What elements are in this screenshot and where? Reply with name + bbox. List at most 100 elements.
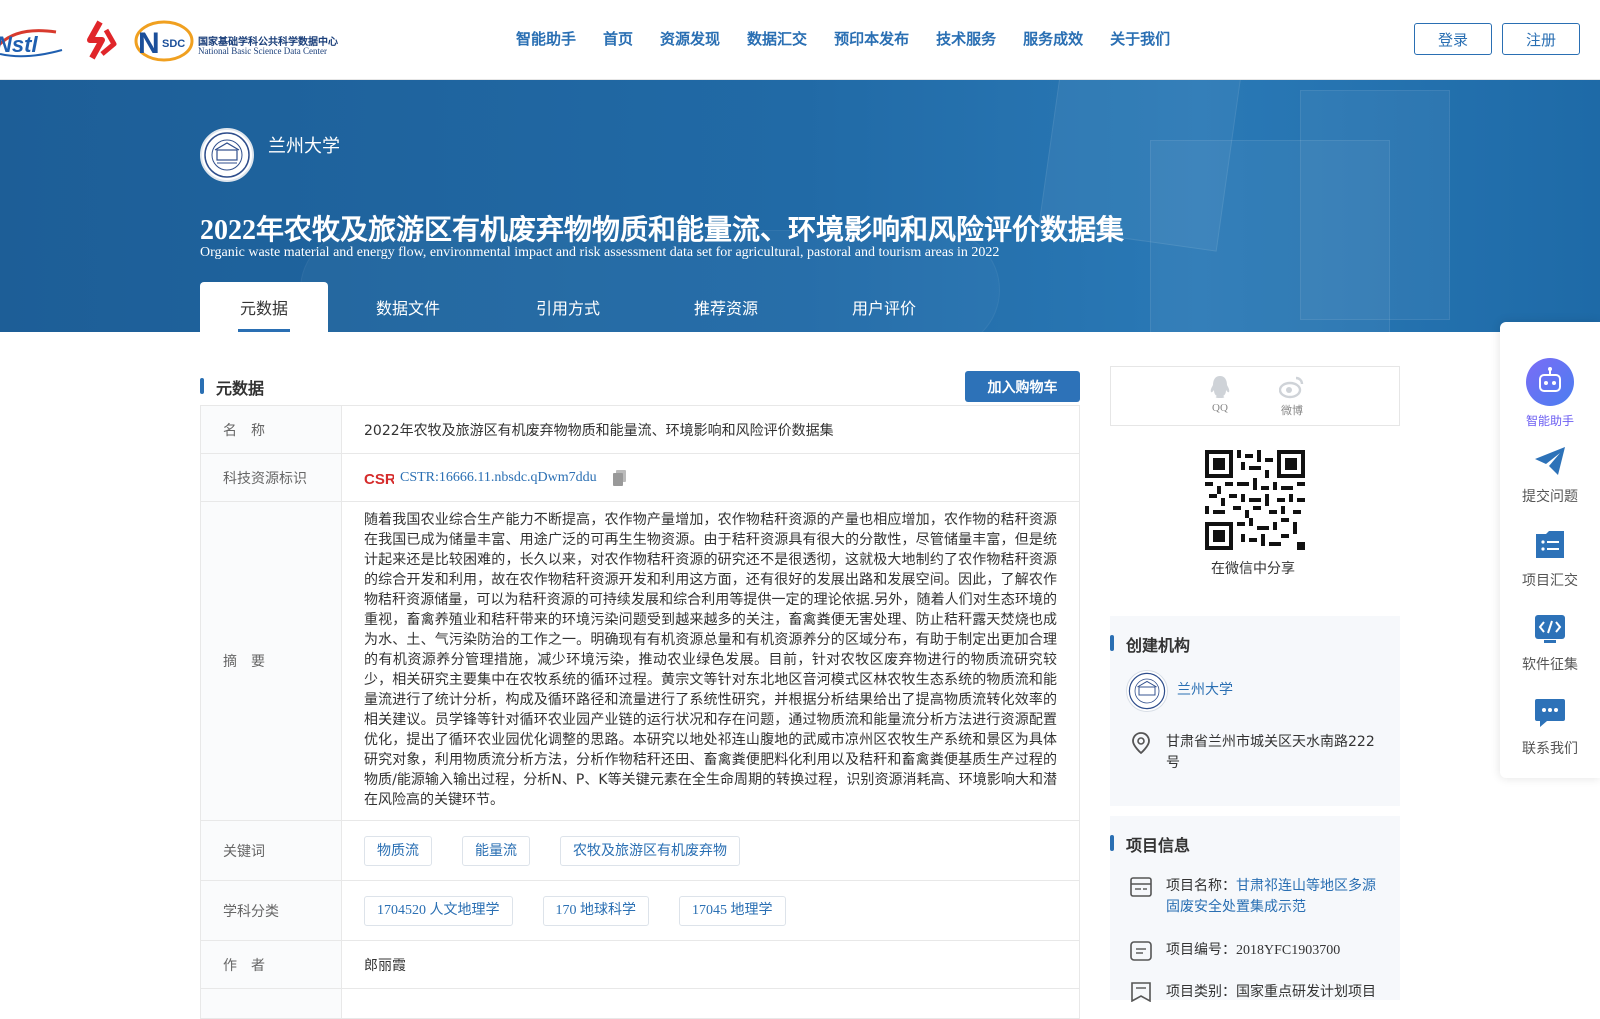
nstl-logo[interactable]: Nstl [0,20,68,60]
register-button[interactable]: 注册 [1502,23,1580,55]
svg-text:Nstl: Nstl [0,32,38,57]
sidebar-project-submission-label: 项目汇交 [1522,573,1578,589]
abstract-text: 随着我国农业综合生产能力不断提高，农作物产量增加，农作物秸秆资源的产量也相应增加… [364,512,1057,808]
share-weibo-label: 微博 [1281,404,1303,417]
share-box: QQ 微博 [1110,366,1400,426]
dataset-english-title: Organic waste material and energy flow, … [200,245,1000,260]
tab-metadata[interactable]: 元数据 [200,282,328,332]
project-code-value: 2018YFC1903700 [1236,943,1341,958]
code-icon [1535,615,1565,643]
metadata-section-title: 元数据 [200,375,264,399]
nav-item-achievements[interactable]: 服务成效 [1023,28,1083,52]
institution-name[interactable]: 兰州大学 [268,132,340,158]
nav-item-tech-service[interactable]: 技术服务 [936,28,996,52]
add-to-cart-button[interactable]: 加入购物车 [965,371,1080,402]
subject-cell: 1704520 人文地理学 170 地球科学 17045 地理学 [341,880,1080,941]
author-value[interactable]: 郎丽霞 [341,940,1080,989]
sidebar-ai-assistant-label: 智能助手 [1525,414,1574,428]
nav-item-discover[interactable]: 资源发现 [660,28,720,52]
nav-item-preprint[interactable]: 预印本发布 [834,28,909,52]
project-code-label: 项目编号： [1166,942,1236,958]
table-row: 摘 要 随着我国农业综合生产能力不断提高，农作物产量增加，农作物秸秆资源的产量也… [200,501,1080,821]
cstr-logo-icon: CSR [364,471,394,486]
sidebar-ai-assistant[interactable]: 智能助手 [1500,358,1600,429]
table-row: 名 称 2022年农牧及旅游区有机废弃物物质和能量流、环境影响和风险评价数据集 [200,405,1080,454]
login-button[interactable]: 登录 [1414,23,1492,55]
table-row: 科技资源标识 CSR CSTR:16666.11.nbsdc.qDwm7ddu [200,453,1080,502]
share-qq-label: QQ [1212,402,1228,414]
next-row-value [341,988,1080,1019]
name-value: 2022年农牧及旅游区有机废弃物物质和能量流、环境影响和风险评价数据集 [341,405,1080,454]
keywords-key: 关键词 [200,820,342,881]
tab-recommended[interactable]: 推荐资源 [648,282,804,332]
university-seal-icon [204,132,250,178]
creator-seal[interactable] [1126,670,1168,712]
nsdc-mark: N SDC [134,20,194,62]
casp-logo[interactable] [80,20,120,60]
qq-icon [1210,376,1230,398]
robot-icon [1526,358,1574,406]
name-key: 名 称 [200,405,342,454]
sidebar-submit-question-label: 提交问题 [1522,489,1578,505]
subject-tag[interactable]: 1704520 人文地理学 [364,895,513,926]
sidebar-software-collection[interactable]: 软件征集 [1500,614,1600,674]
floating-toolbar: 智能助手 提交问题 项目汇交 软件征集 联系我们 [1500,322,1600,778]
paper-plane-icon [1535,447,1565,475]
identifier-cell: CSR CSTR:16666.11.nbsdc.qDwm7ddu [341,453,1080,502]
dataset-title: 2022年农牧及旅游区有机废弃物物质和能量流、环境影响和风险评价数据集 [200,215,1125,246]
keywords-cell: 物质流 能量流 农牧及旅游区有机废弃物 [341,820,1080,881]
cstr-value[interactable]: CSTR:16666.11.nbsdc.qDwm7ddu [400,470,597,486]
tab-data-files[interactable]: 数据文件 [328,282,488,332]
creator-section-title: 创建机构 [1110,632,1190,656]
creator-name-link[interactable]: 兰州大学 [1177,680,1233,701]
nsdc-logo-en: National Basic Science Data Center [198,46,327,56]
chat-bubble-icon [1535,699,1565,727]
subject-tag[interactable]: 17045 地理学 [679,895,786,926]
svg-text:SDC: SDC [162,38,185,50]
creator-address: 甘肃省兰州市城关区天水南路222号 [1166,734,1375,771]
sidebar-submit-question[interactable]: 提交问题 [1500,446,1600,506]
nav-item-home[interactable]: 首页 [603,28,633,52]
project-name-label: 项目名称： [1166,878,1236,894]
project-code-icon [1130,941,1152,961]
next-row-key [200,988,342,1019]
project-name-field: 项目名称：甘肃祁连山等地区多源固废安全处置集成示范 [1166,876,1386,918]
sidebar-contact-us[interactable]: 联系我们 [1500,698,1600,758]
nav-item-about[interactable]: 关于我们 [1110,28,1170,52]
university-seal-icon [1128,672,1166,710]
hero-deco-tower [1300,90,1450,320]
identifier-key: 科技资源标识 [200,453,342,502]
nav-item-data-submit[interactable]: 数据汇交 [747,28,807,52]
wechat-share-caption: 在微信中分享 [1211,561,1295,577]
table-row: 学科分类 1704520 人文地理学 170 地球科学 17045 地理学 [200,880,1080,941]
table-row: 关键词 物质流 能量流 农牧及旅游区有机废弃物 [200,820,1080,881]
share-weibo[interactable]: 微博 [1272,375,1312,418]
svg-text:CSR: CSR [364,471,394,486]
nsdc-logo[interactable]: N SDC 国家基础学科公共科学数据中心 National Basic Scie… [134,20,350,62]
project-card-icon [1130,877,1152,897]
tab-user-reviews[interactable]: 用户评价 [804,282,964,332]
sidebar-project-submission[interactable]: 项目汇交 [1500,530,1600,590]
keyword-tag[interactable]: 物质流 [364,835,432,866]
tab-citation[interactable]: 引用方式 [488,282,648,332]
author-key: 作 者 [200,940,342,989]
keyword-tag[interactable]: 能量流 [462,835,530,866]
sidebar-contact-us-label: 联系我们 [1522,741,1578,757]
list-folder-icon [1536,531,1564,558]
lanzhou-university-seal[interactable] [200,128,254,182]
metadata-table: 名 称 2022年农牧及旅游区有机废弃物物质和能量流、环境影响和风险评价数据集 … [200,405,1080,1019]
subject-key: 学科分类 [200,880,342,941]
weibo-icon [1278,376,1304,399]
location-pin-icon [1132,732,1150,754]
subject-tag[interactable]: 170 地球科学 [542,895,649,926]
nav-item-assistant[interactable]: 智能助手 [516,28,576,52]
project-code-field: 项目编号：2018YFC1903700 [1166,940,1340,961]
keyword-tag[interactable]: 农牧及旅游区有机废弃物 [560,835,740,866]
top-navigation-bar: Nstl N SDC 国家基础学科公共科学数据中心 National Basic… [0,0,1600,80]
share-qq[interactable]: QQ [1200,375,1240,414]
abstract-key: 摘 要 [200,501,342,821]
copy-icon[interactable] [612,469,627,486]
table-row [200,988,1080,1019]
svg-text:N: N [138,27,160,60]
sidebar-software-collection-label: 软件征集 [1522,657,1578,673]
